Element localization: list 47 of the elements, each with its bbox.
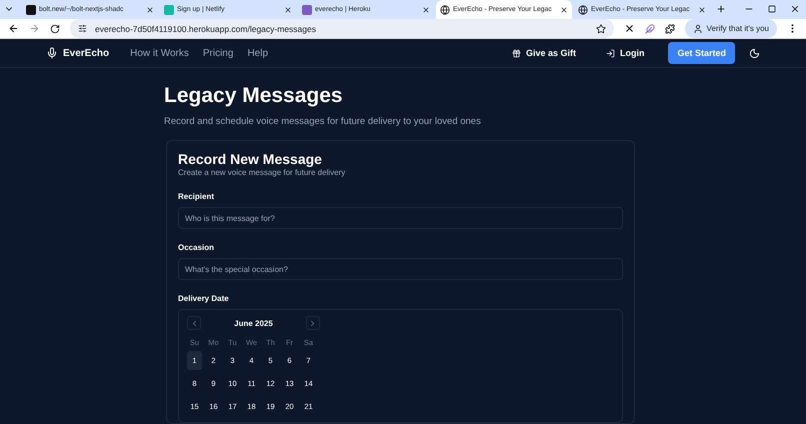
site-icon bbox=[26, 4, 36, 14]
feather-icon[interactable] bbox=[644, 24, 655, 34]
dark-mode-icon[interactable] bbox=[749, 48, 760, 58]
give-as-gift-button[interactable]: Give as Gift bbox=[506, 47, 582, 59]
input-field[interactable]: Who is this message for? bbox=[178, 207, 623, 229]
nav-link[interactable]: Pricing bbox=[202, 48, 234, 58]
new-tab-icon[interactable] bbox=[716, 4, 726, 14]
site-icon bbox=[302, 4, 312, 14]
card-subtitle: Create a new voice message for future delivery bbox=[178, 168, 346, 177]
address-field[interactable]: everecho-7d50f4119100.herokuapp.com/legacy-messages bbox=[70, 19, 614, 38]
back-icon[interactable] bbox=[8, 23, 19, 34]
next-month-button[interactable] bbox=[306, 316, 320, 330]
login-icon bbox=[606, 48, 615, 58]
globe-icon bbox=[440, 4, 450, 14]
close-icon[interactable] bbox=[146, 6, 154, 14]
close-icon[interactable] bbox=[422, 6, 430, 14]
input-field[interactable]: What's the special occasion? bbox=[178, 258, 623, 280]
maximize-icon[interactable] bbox=[768, 5, 776, 13]
reload-icon[interactable] bbox=[50, 24, 60, 34]
page-title: Legacy Messages bbox=[164, 84, 344, 108]
close-icon[interactable] bbox=[560, 6, 568, 14]
previous-month-button[interactable] bbox=[187, 316, 201, 330]
field-label: Delivery Date bbox=[178, 294, 230, 303]
page-subtitle: Record and schedule voice messages for future delivery to your loved ones bbox=[164, 116, 482, 127]
site-settings-icon[interactable] bbox=[78, 24, 87, 33]
globe-icon bbox=[578, 4, 588, 14]
profile-button[interactable]: Verify that it's you bbox=[684, 19, 777, 38]
forward-icon[interactable] bbox=[29, 23, 40, 34]
get-started-button[interactable]: Get Started bbox=[668, 42, 735, 64]
extensions-icon[interactable] bbox=[664, 24, 675, 34]
microphone-icon bbox=[46, 47, 58, 59]
profile-icon bbox=[692, 24, 703, 34]
field-label: Occasion bbox=[178, 243, 216, 252]
month-label: June 2025 bbox=[234, 318, 273, 328]
x-icon[interactable] bbox=[624, 23, 635, 34]
card-title: Record New Message bbox=[178, 151, 323, 167]
gift-icon bbox=[512, 48, 521, 58]
close-icon[interactable] bbox=[698, 6, 706, 14]
nav-link[interactable]: Help bbox=[247, 48, 268, 58]
close-icon[interactable] bbox=[284, 6, 292, 14]
bookmark-star-icon[interactable] bbox=[596, 24, 606, 34]
login-button[interactable]: Login bbox=[600, 47, 650, 59]
brand-name[interactable]: EverEcho bbox=[63, 48, 110, 58]
nav-link[interactable]: How it Works bbox=[130, 48, 189, 58]
field-label: Recipient bbox=[178, 192, 216, 201]
close-icon[interactable] bbox=[790, 4, 800, 14]
site-icon bbox=[164, 4, 174, 14]
